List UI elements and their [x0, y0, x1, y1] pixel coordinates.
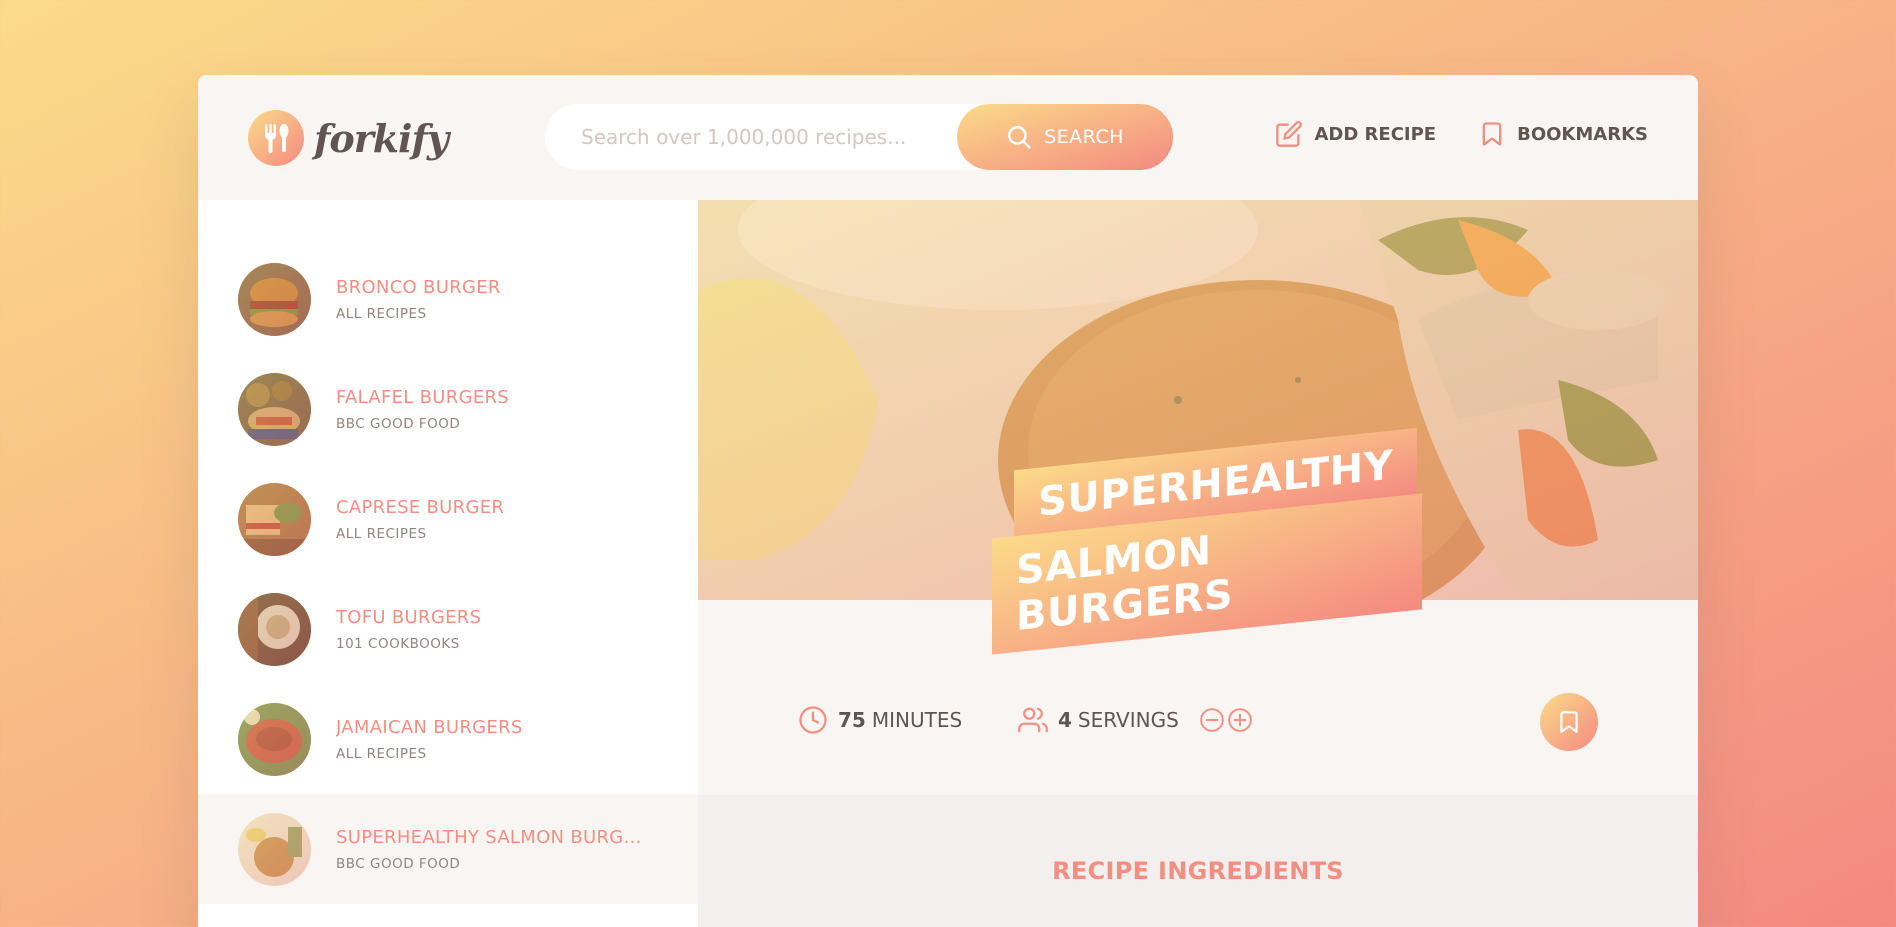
bookmarks-button[interactable]: BOOKMARKS — [1478, 120, 1648, 148]
result-thumbnail — [238, 592, 311, 666]
servings: 4 SERVINGS — [1018, 705, 1255, 735]
edit-icon — [1276, 121, 1303, 147]
result-info: SUPERHEALTHY SALMON BURGE... BBC GOOD FO… — [336, 827, 646, 872]
add-recipe-button[interactable]: ADD RECIPE — [1275, 120, 1436, 148]
result-title: SUPERHEALTHY SALMON BURGE... — [336, 826, 646, 848]
result-publisher: ALL RECIPES — [336, 305, 427, 322]
servings-controls — [1199, 707, 1255, 733]
fork-spoon-icon — [248, 110, 304, 166]
logo[interactable]: forkify — [248, 110, 449, 166]
bookmark-icon — [1482, 122, 1502, 146]
result-thumbnail — [238, 482, 311, 556]
result-thumbnail — [238, 262, 311, 336]
recipe: SUPERHEALTHY SALMON BURGERS 75 MINUTES 4… — [698, 200, 1698, 927]
recipe-details: 75 MINUTES 4 SERVINGS — [698, 600, 1698, 795]
app-container: forkify SEARCH ADD RECIPE — [198, 75, 1698, 927]
nav: ADD RECIPE BOOKMARKS — [1233, 120, 1648, 148]
servings-value: 4 — [1058, 708, 1072, 732]
result-title: TOFU BURGERS — [336, 606, 482, 628]
result-item[interactable]: FALAFEL BURGERS BBC GOOD FOOD — [198, 354, 698, 464]
plus-circle-icon[interactable] — [1227, 707, 1253, 733]
bookmarks-label: BOOKMARKS — [1517, 123, 1648, 145]
result-item[interactable]: TOFU BURGERS 101 COOKBOOKS — [198, 574, 698, 684]
add-recipe-label: ADD RECIPE — [1314, 123, 1437, 145]
servings-label: SERVINGS — [1077, 708, 1179, 732]
result-publisher: ALL RECIPES — [336, 525, 427, 542]
bookmark-recipe-button[interactable] — [1540, 693, 1598, 751]
search-input[interactable] — [581, 125, 941, 149]
clock-icon — [799, 706, 827, 734]
result-publisher: BBC GOOD FOOD — [336, 415, 461, 432]
result-thumbnail — [238, 702, 311, 776]
result-publisher: ALL RECIPES — [336, 745, 427, 762]
search-results: BRONCO BURGER ALL RECIPES FALAFEL BURGER… — [198, 200, 698, 927]
minutes-value: 75 — [838, 708, 866, 732]
result-item[interactable]: CAPRESE BURGER ALL RECIPES — [198, 464, 698, 574]
result-item[interactable]: BRONCO BURGER ALL RECIPES — [198, 244, 698, 354]
result-info: TOFU BURGERS 101 COOKBOOKS — [336, 607, 481, 652]
minus-circle-icon[interactable] — [1199, 707, 1225, 733]
users-icon — [1018, 707, 1048, 733]
result-item-active[interactable]: SUPERHEALTHY SALMON BURGE... BBC GOOD FO… — [198, 794, 698, 904]
header: forkify SEARCH ADD RECIPE — [198, 75, 1698, 200]
bookmark-icon — [1560, 711, 1578, 733]
result-thumbnail — [238, 372, 311, 446]
result-title: FALAFEL BURGERS — [336, 386, 510, 408]
search-button[interactable]: SEARCH — [957, 104, 1173, 170]
result-title: JAMAICAN BURGERS — [336, 716, 523, 738]
result-info: CAPRESE BURGER ALL RECIPES — [336, 497, 504, 542]
recipe-ingredients: RECIPE INGREDIENTS — [698, 795, 1698, 927]
minutes-label: MINUTES — [871, 708, 963, 732]
search-button-label: SEARCH — [1044, 126, 1124, 148]
result-publisher: 101 COOKBOOKS — [336, 635, 460, 652]
result-info: FALAFEL BURGERS BBC GOOD FOOD — [336, 387, 509, 432]
result-publisher: BBC GOOD FOOD — [336, 855, 461, 872]
result-thumbnail — [238, 812, 311, 886]
result-title: CAPRESE BURGER — [336, 496, 505, 518]
result-title: BRONCO BURGER — [336, 276, 501, 298]
ingredients-heading: RECIPE INGREDIENTS — [1052, 857, 1344, 885]
search-form: SEARCH — [545, 104, 1173, 170]
result-info: BRONCO BURGER ALL RECIPES — [336, 277, 501, 322]
result-info: JAMAICAN BURGERS ALL RECIPES — [336, 717, 523, 762]
result-item[interactable]: JAMAICAN BURGERS ALL RECIPES — [198, 684, 698, 794]
cooking-time: 75 MINUTES — [798, 705, 962, 735]
logo-text: forkify — [314, 115, 449, 161]
search-icon — [1008, 126, 1031, 149]
